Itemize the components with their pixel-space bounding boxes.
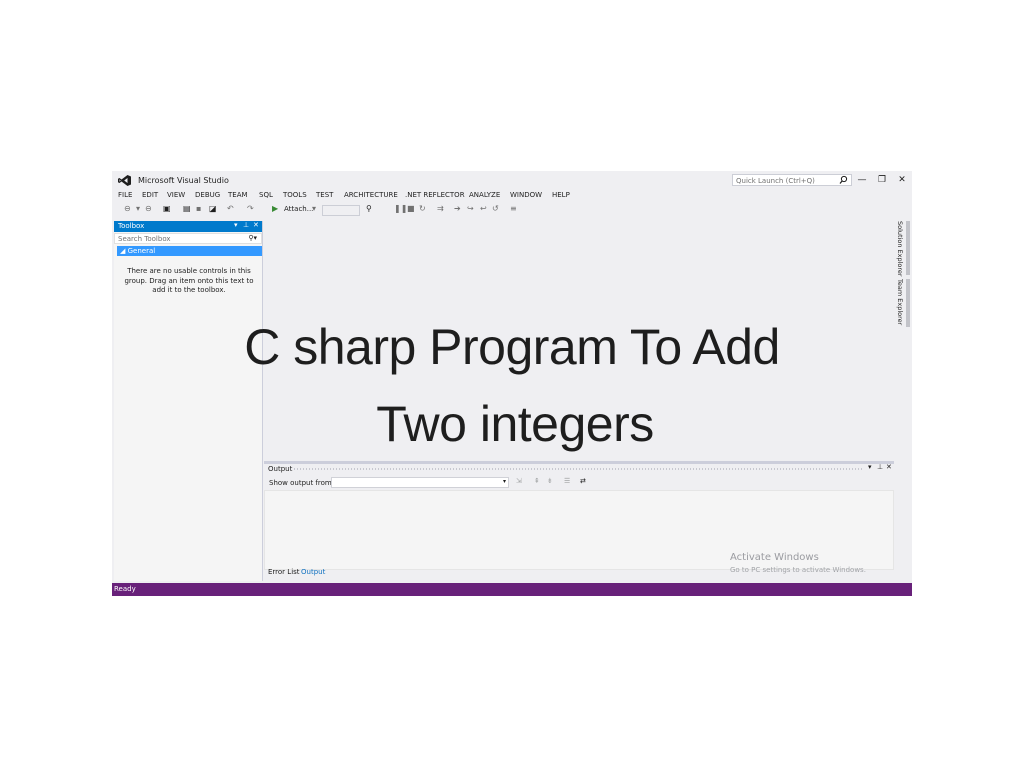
save-all-icon[interactable]: ◪ [209,204,217,214]
app-title: Microsoft Visual Studio [138,176,229,185]
side-tab-solution-explorer[interactable]: Solution Explorer [896,221,904,277]
menu-sql[interactable]: SQL [259,191,273,199]
stop-icon[interactable]: ■ [407,204,415,214]
visual-studio-logo-icon [118,175,131,186]
undo-icon[interactable]: ↶ [227,204,234,214]
save-icon[interactable]: ▪ [196,204,201,214]
visual-studio-window: Microsoft Visual Studio Quick Launch (Ct… [112,171,912,596]
output-divider [264,461,894,464]
output-panel: Output ▾ ⊥ ✕ Show output from: ▾ ⇲ ⇞ ⇟ ☰… [264,461,906,581]
pin-icon[interactable]: ⊥ [243,221,249,229]
menu-window[interactable]: WINDOW [510,191,542,199]
menu-analyze[interactable]: ANALYZE [469,191,500,199]
status-text: Ready [114,585,136,593]
dropdown-arrow-icon[interactable]: ▾ [136,204,140,214]
breakpoint-icon[interactable]: ↺ [492,204,499,214]
word-wrap-icon[interactable]: ⇄ [580,477,586,485]
standard-toolbar: ⊖ ▾ ⊖ ▣ ▤ ▪ ◪ ↶ ↷ ▶ Attach... ▾ ⚲ ❚❚ ■ ↻… [112,202,912,216]
tab-output[interactable]: Output [301,568,325,576]
menu-team[interactable]: TEAM [228,191,248,199]
close-button[interactable]: ✕ [895,174,909,186]
start-icon[interactable]: ▶ [272,204,278,214]
menu-view[interactable]: VIEW [167,191,185,199]
step-into-icon[interactable]: ➔ [454,204,461,214]
activate-windows-title: Activate Windows [730,552,819,563]
tab-error-list[interactable]: Error List [268,568,300,576]
toolbox-empty-message: There are no usable controls in this gro… [124,267,254,294]
search-icon: ⚲▾ [248,234,257,242]
new-project-icon[interactable]: ▣ [163,204,171,214]
output-source-select[interactable]: ▾ [331,477,509,488]
solution-config-dropdown[interactable] [322,205,360,216]
redo-icon[interactable]: ↷ [247,204,254,214]
menu-bar: FILE EDIT VIEW DEBUG TEAM SQL TOOLS TEST… [112,189,912,201]
quick-launch-placeholder: Quick Launch (Ctrl+Q) [736,176,815,185]
chevron-down-icon[interactable]: ▾ [234,221,238,229]
pin-icon[interactable]: ⊥ [877,463,883,471]
overlay-title-line-2: Two integers [376,396,654,452]
menu-net-reflector[interactable]: .NET REFLECTOR [405,191,465,199]
toolbox-title: Toolbox [118,222,145,230]
menu-test[interactable]: TEST [316,191,333,199]
forward-icon[interactable]: ⊖ [145,204,152,214]
open-file-icon[interactable]: ▤ [183,204,191,214]
toolbox-group-label: ◢ General [120,247,156,255]
output-grip[interactable] [294,468,864,470]
clear-all-icon[interactable]: ☰ [564,477,570,485]
chevron-down-icon: ▾ [502,478,506,485]
close-icon[interactable]: ✕ [253,221,259,229]
chevron-down-icon[interactable]: ▾ [312,204,316,214]
menu-tools[interactable]: TOOLS [283,191,307,199]
goto-code-icon[interactable]: ⇲ [516,477,522,485]
toolbox-search-input[interactable]: Search Toolbox ⚲▾ [114,233,262,244]
previous-message-icon[interactable]: ⇞ [534,477,540,485]
back-icon[interactable]: ⊖ [124,204,131,214]
menu-help[interactable]: HELP [552,191,570,199]
quick-launch-input[interactable]: Quick Launch (Ctrl+Q) [732,174,852,186]
output-title: Output [268,465,293,473]
search-icon [839,175,848,184]
restore-button[interactable]: ❐ [875,174,889,186]
find-icon[interactable]: ⚲ [366,204,372,214]
status-bar: Ready [112,583,912,596]
menu-architecture[interactable]: ARCHITECTURE [344,191,398,199]
minimize-button[interactable]: — [855,174,869,186]
overlay-title-line-1: C sharp Program To Add [244,319,780,375]
solution-explorer-strip [906,221,910,275]
chevron-down-icon[interactable]: ▾ [868,463,872,471]
next-message-icon[interactable]: ⇟ [547,477,553,485]
menu-edit[interactable]: EDIT [142,191,158,199]
pause-icon[interactable]: ❚❚ [394,204,407,214]
step-out-icon[interactable]: ↩ [480,204,487,214]
toolbox-header: Toolbox ▾ ⊥ ✕ [114,221,262,232]
menu-debug[interactable]: DEBUG [195,191,220,199]
toolbox-panel: Toolbox ▾ ⊥ ✕ Search Toolbox ⚲▾ ◢ Genera… [114,221,263,581]
menu-file[interactable]: FILE [118,191,132,199]
title-bar: Microsoft Visual Studio Quick Launch (Ct… [112,171,912,189]
activate-windows-subtitle: Go to PC settings to activate Windows. [730,566,866,574]
show-output-from-label: Show output from: [269,479,335,487]
close-icon[interactable]: ✕ [886,463,892,471]
show-next-statement-icon[interactable]: ⇉ [437,204,444,214]
comment-icon[interactable]: ≡ [510,204,517,214]
restart-icon[interactable]: ↻ [419,204,426,214]
toolbox-group-general[interactable]: ◢ General [117,246,262,256]
attach-button[interactable]: Attach... [284,204,313,214]
toolbox-search-placeholder: Search Toolbox [118,235,171,243]
step-over-icon[interactable]: ↪ [467,204,474,214]
